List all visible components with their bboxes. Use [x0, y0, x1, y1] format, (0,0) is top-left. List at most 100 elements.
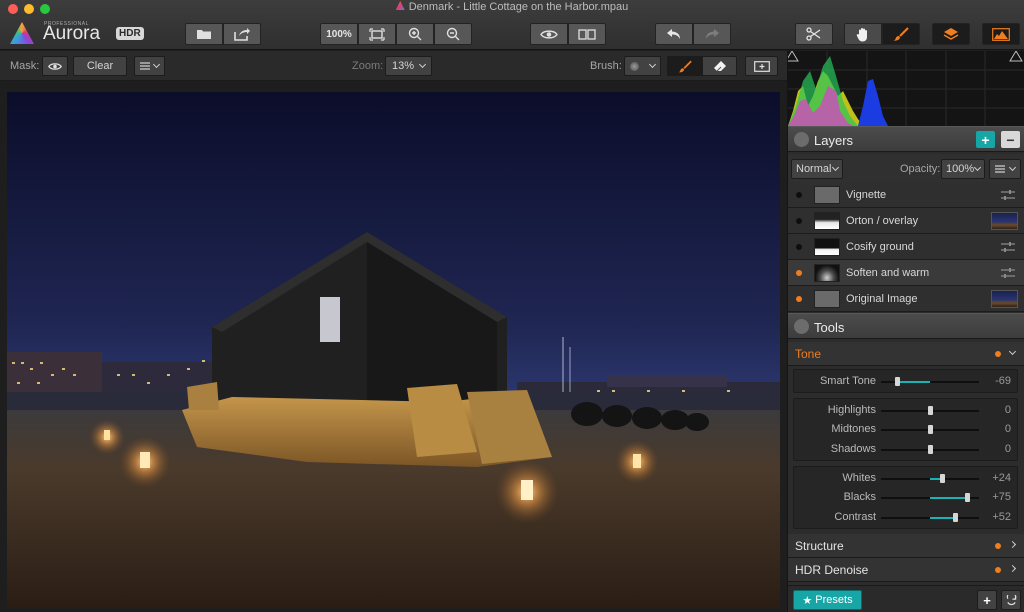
zoom-100-button[interactable]: 100%	[320, 23, 358, 45]
paint-brush-button[interactable]	[667, 56, 702, 76]
add-layer-button[interactable]: +	[976, 131, 995, 148]
slider-row[interactable]: Midtones 0	[794, 420, 1019, 439]
window-title: Denmark - Little Cottage on the Harbor.m…	[0, 1, 1024, 13]
add-preset-button[interactable]: +	[977, 590, 997, 610]
window-title-text: Denmark - Little Cottage on the Harbor.m…	[408, 1, 629, 13]
refresh-button[interactable]	[1001, 590, 1021, 610]
menu-lines-icon	[995, 165, 1006, 173]
redo-button[interactable]	[693, 23, 731, 45]
chevron-down-icon	[418, 60, 427, 69]
right-panel: Layers + − Normal Opacity: 100% Vignette	[787, 51, 1024, 612]
layers-toggle-button[interactable]	[932, 23, 970, 45]
chevron-right-icon	[1008, 540, 1017, 549]
share-button[interactable]	[223, 23, 261, 45]
zoom-out-icon	[446, 27, 460, 41]
slider-row[interactable]: Shadows 0	[794, 440, 1019, 459]
brush-tool-button[interactable]	[882, 23, 920, 45]
layer-adjust-icon[interactable]	[1001, 190, 1015, 200]
slider-value: +52	[992, 511, 1011, 523]
slider-fill	[930, 497, 967, 499]
remove-layer-button[interactable]: −	[1001, 131, 1020, 148]
open-button[interactable]	[185, 23, 223, 45]
chevron-down-icon	[648, 60, 657, 69]
photo-preview[interactable]	[7, 92, 780, 608]
layer-adjust-icon[interactable]	[1001, 268, 1015, 278]
eye-icon	[540, 29, 558, 40]
opacity-select[interactable]: 100%	[941, 159, 985, 179]
fit-screen-icon	[369, 27, 385, 41]
layer-controls: Normal Opacity: 100%	[788, 154, 1024, 183]
slider-handle[interactable]	[928, 425, 933, 434]
layer-photo-thumbnail	[991, 290, 1018, 308]
layer-row[interactable]: Orton / overlay	[788, 208, 1024, 234]
slider-row[interactable]: Blacks +75	[794, 488, 1019, 507]
preview-toggle-button[interactable]	[530, 23, 568, 45]
slider-handle[interactable]	[939, 474, 945, 483]
layer-visibility-toggle[interactable]	[796, 244, 802, 250]
presets-label: Presets	[815, 594, 853, 606]
structure-section-header[interactable]: Structure	[788, 534, 1024, 558]
tone-range-group: Highlights 0 Midtones 0 Shadows 0	[793, 398, 1018, 461]
tone-section-header[interactable]: Tone	[788, 342, 1024, 366]
tone-contrast-group: Whites +24 Blacks +75 Contrast +52	[793, 466, 1018, 529]
crop-tool-button[interactable]	[795, 23, 833, 45]
layer-options-menu[interactable]	[989, 159, 1021, 179]
zoom-in-icon	[408, 27, 422, 41]
hdr-denoise-title: HDR Denoise	[795, 563, 869, 577]
layers-stack-icon	[943, 27, 959, 41]
section-enabled-indicator[interactable]	[995, 567, 1001, 573]
slider-label: Blacks	[843, 491, 876, 503]
layer-adjust-icon[interactable]	[1001, 242, 1015, 252]
tools-panel-header[interactable]: Tools	[788, 313, 1024, 339]
slider-handle[interactable]	[894, 377, 900, 386]
layer-row[interactable]: Vignette	[788, 182, 1024, 208]
slider-handle[interactable]	[928, 406, 933, 415]
histogram-toggle-button[interactable]	[982, 23, 1020, 45]
slider-row[interactable]: Smart Tone -69	[794, 372, 1019, 391]
split-view-button[interactable]	[568, 23, 606, 45]
layer-row[interactable]: Cosify ground	[788, 234, 1024, 260]
slider-label: Midtones	[831, 423, 876, 435]
blend-mode-select[interactable]: Normal	[791, 159, 843, 179]
slider-value: 0	[1004, 404, 1011, 416]
hdr-denoise-section-header[interactable]: HDR Denoise	[788, 558, 1024, 582]
layers-panel-header[interactable]: Layers + −	[788, 126, 1024, 152]
plus-icon: +	[983, 592, 991, 608]
zoom-select[interactable]: 13%	[385, 56, 432, 76]
mask-fill-button[interactable]	[745, 56, 778, 76]
slider-handle[interactable]	[964, 493, 970, 502]
slider-row[interactable]: Whites +24	[794, 469, 1019, 488]
zoom-label: Zoom:	[352, 60, 384, 72]
fit-screen-button[interactable]	[358, 23, 396, 45]
slider-label: Shadows	[830, 443, 876, 455]
tools-title: Tools	[814, 320, 845, 335]
mask-view-button[interactable]	[42, 56, 68, 76]
slider-row[interactable]: Contrast +52	[794, 508, 1019, 527]
app-logo: PROFESSIONAL Aurora HDR	[10, 20, 150, 46]
zoom-out-button[interactable]	[434, 23, 472, 45]
section-enabled-indicator[interactable]	[995, 543, 1001, 549]
slider-label: Highlights	[827, 404, 876, 416]
canvas-area[interactable]	[0, 82, 787, 612]
layer-visibility-toggle[interactable]	[796, 296, 802, 302]
layer-photo-thumbnail	[991, 212, 1018, 230]
section-enabled-indicator[interactable]	[995, 351, 1001, 357]
layer-row[interactable]: Original Image	[788, 286, 1024, 312]
eraser-button[interactable]	[702, 56, 737, 76]
undo-button[interactable]	[655, 23, 693, 45]
aurora-logo-icon	[10, 22, 34, 44]
zoom-in-button[interactable]	[396, 23, 434, 45]
clear-mask-button[interactable]: Clear	[73, 56, 127, 76]
presets-button[interactable]: ★ Presets	[793, 590, 862, 610]
slider-handle[interactable]	[928, 445, 933, 454]
layer-name: Orton / overlay	[846, 215, 919, 227]
layer-visibility-toggle[interactable]	[796, 218, 802, 224]
layer-row-selected[interactable]: Soften and warm	[788, 260, 1024, 286]
layer-visibility-toggle[interactable]	[796, 270, 802, 276]
hand-tool-button[interactable]	[844, 23, 882, 45]
brush-size-select[interactable]	[624, 56, 661, 76]
slider-handle[interactable]	[953, 513, 959, 522]
mask-options-menu[interactable]	[134, 56, 165, 76]
slider-row[interactable]: Highlights 0	[794, 401, 1019, 420]
layer-visibility-toggle[interactable]	[796, 192, 802, 198]
